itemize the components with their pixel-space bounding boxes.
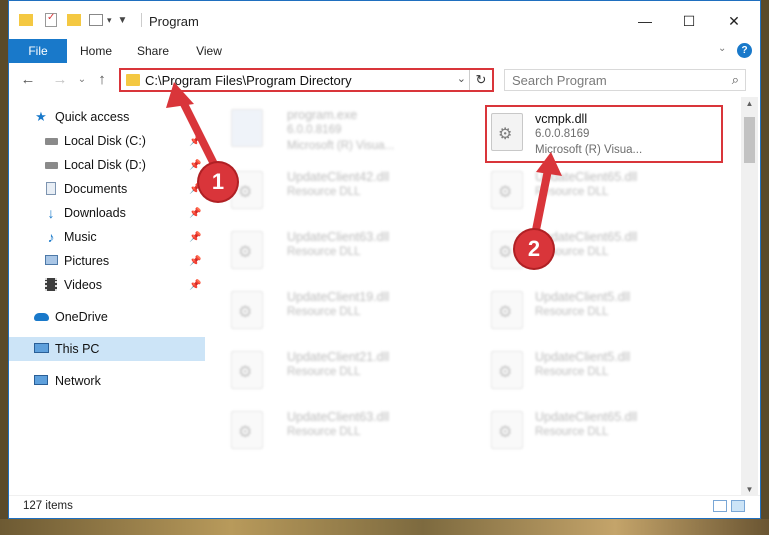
annotation-arrows: [166, 82, 562, 234]
arrow-step-1: [176, 92, 222, 176]
step-1-callout: 1: [199, 163, 237, 201]
arrow-head-step-1: [166, 82, 194, 108]
step-2-callout: 2: [515, 230, 553, 268]
arrow-step-2: [532, 166, 552, 234]
arrow-head-step-2: [536, 152, 562, 176]
